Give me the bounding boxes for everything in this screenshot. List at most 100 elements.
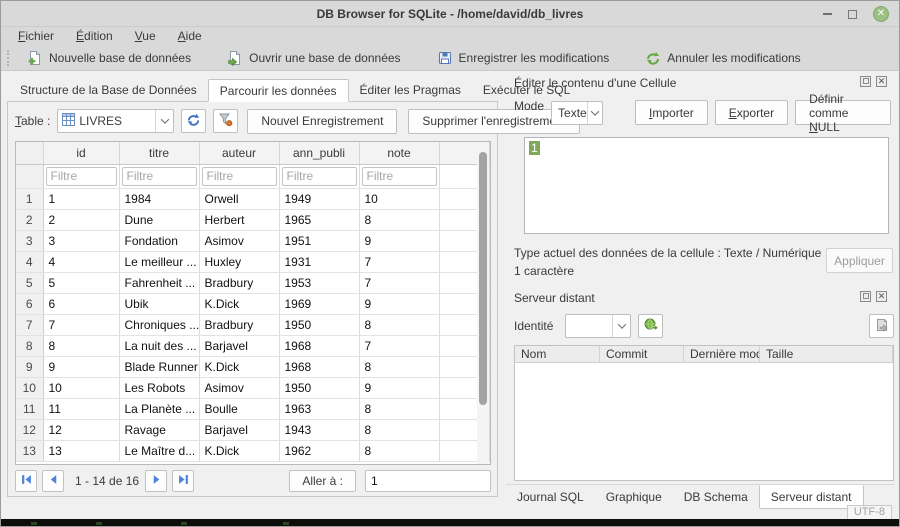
cell[interactable]: Herbert xyxy=(199,209,279,230)
remote-close-icon[interactable]: ✕ xyxy=(876,291,887,302)
table-row[interactable]: 66UbikK.Dick19699 xyxy=(16,293,490,314)
cell[interactable]: La Planète ... xyxy=(119,398,199,419)
row-number[interactable]: 11 xyxy=(16,398,43,419)
menu-fichier[interactable]: Fichier xyxy=(7,27,65,45)
cell[interactable]: 5 xyxy=(43,272,119,293)
cell[interactable]: Fondation xyxy=(119,230,199,251)
identity-selector[interactable] xyxy=(565,314,631,338)
titlebar[interactable]: DB Browser for SQLite - /home/david/db_l… xyxy=(1,1,899,27)
tab-execute-sql[interactable]: Exécuter le SQL xyxy=(472,79,581,102)
table-row[interactable]: 44Le meilleur ...Huxley19317 xyxy=(16,251,490,272)
remote-column-commit[interactable]: Commit xyxy=(600,346,684,362)
menu-edition[interactable]: Édition xyxy=(65,27,124,45)
revert-changes-button[interactable]: Annuler les modifications xyxy=(636,47,809,69)
cell[interactable]: 8 xyxy=(359,356,439,377)
cell[interactable]: 1984 xyxy=(119,188,199,209)
cell[interactable]: 2 xyxy=(43,209,119,230)
cell[interactable]: 6 xyxy=(43,293,119,314)
table-row[interactable]: 22DuneHerbert19658 xyxy=(16,209,490,230)
table-row[interactable]: 88La nuit des ...Barjavel19687 xyxy=(16,335,490,356)
push-database-button[interactable] xyxy=(869,314,894,338)
cell[interactable]: 1965 xyxy=(279,209,359,230)
remote-column-taille[interactable]: Taille xyxy=(760,346,893,362)
filter-input-titre[interactable] xyxy=(122,167,197,186)
cell[interactable]: Bradbury xyxy=(199,272,279,293)
cell[interactable]: 9 xyxy=(359,293,439,314)
cell[interactable]: Chroniques ... xyxy=(119,314,199,335)
tab-db-schema[interactable]: DB Schema xyxy=(673,486,759,508)
cell[interactable]: 1968 xyxy=(279,356,359,377)
cell[interactable]: 1950 xyxy=(279,314,359,335)
apply-button[interactable]: Appliquer xyxy=(826,248,893,273)
restore-button[interactable] xyxy=(848,10,857,19)
row-number[interactable]: 3 xyxy=(16,230,43,251)
cell[interactable]: 1962 xyxy=(279,440,359,461)
new-record-button[interactable]: Nouvel Enregistrement xyxy=(247,109,397,134)
cell[interactable]: Bradbury xyxy=(199,314,279,335)
cell[interactable]: 3 xyxy=(43,230,119,251)
table-row[interactable]: 111984Orwell194910 xyxy=(16,188,490,209)
table-row[interactable]: 1111La Planète ...Boulle19638 xyxy=(16,398,490,419)
cell[interactable]: 10 xyxy=(359,188,439,209)
cell[interactable]: 7 xyxy=(359,335,439,356)
toolbar-drag-handle[interactable] xyxy=(7,50,12,66)
cell[interactable]: Les Robots xyxy=(119,377,199,398)
cell[interactable]: 1 xyxy=(43,188,119,209)
cell-content-editor[interactable]: 1 xyxy=(524,137,889,234)
import-button[interactable]: Importer xyxy=(635,100,708,125)
remote-column-nom[interactable]: Nom xyxy=(515,346,600,362)
tab-structure[interactable]: Structure de la Base de Données xyxy=(9,79,208,102)
goto-button[interactable]: Aller à : xyxy=(289,470,356,492)
cell[interactable]: Barjavel xyxy=(199,419,279,440)
menu-aide[interactable]: Aide xyxy=(167,27,213,45)
row-number[interactable]: 6 xyxy=(16,293,43,314)
cell[interactable]: 1968 xyxy=(279,335,359,356)
cell[interactable]: K.Dick xyxy=(199,356,279,377)
cell[interactable]: 4 xyxy=(43,251,119,272)
table-row[interactable]: 77Chroniques ...Bradbury19508 xyxy=(16,314,490,335)
clear-filters-button[interactable] xyxy=(213,109,238,133)
cell[interactable]: 7 xyxy=(359,272,439,293)
cell[interactable]: Asimov xyxy=(199,230,279,251)
cell[interactable]: 8 xyxy=(359,419,439,440)
cell[interactable]: Huxley xyxy=(199,251,279,272)
encoding-badge[interactable]: UTF-8 xyxy=(847,505,892,520)
refresh-button[interactable] xyxy=(181,109,206,133)
row-number[interactable]: 13 xyxy=(16,440,43,461)
cell[interactable]: La nuit des ... xyxy=(119,335,199,356)
cell[interactable]: 8 xyxy=(43,335,119,356)
cell[interactable]: 1953 xyxy=(279,272,359,293)
open-database-button[interactable]: Ouvrir une base de données xyxy=(218,47,409,69)
row-number[interactable]: 1 xyxy=(16,188,43,209)
column-header-note[interactable]: note xyxy=(359,142,439,164)
grid-vertical-scrollbar[interactable] xyxy=(477,143,489,465)
remote-column-modification[interactable]: Dernière modific xyxy=(684,346,760,362)
table-row[interactable]: 99Blade RunnerK.Dick19688 xyxy=(16,356,490,377)
cell[interactable]: 8 xyxy=(359,398,439,419)
cell[interactable]: 8 xyxy=(359,209,439,230)
column-header-ann_publi[interactable]: ann_publi xyxy=(279,142,359,164)
set-null-button[interactable]: Définir comme NULL xyxy=(795,100,891,125)
cell[interactable]: 8 xyxy=(359,440,439,461)
remote-float-icon[interactable] xyxy=(860,291,871,302)
cell[interactable]: Orwell xyxy=(199,188,279,209)
table-row[interactable]: 1313Le Maître d...K.Dick19628 xyxy=(16,440,490,461)
new-database-button[interactable]: Nouvelle base de données xyxy=(18,47,200,69)
cell[interactable]: 10 xyxy=(43,377,119,398)
cell[interactable]: 7 xyxy=(43,314,119,335)
mode-selector[interactable]: Texte xyxy=(551,101,603,125)
cell[interactable]: 1951 xyxy=(279,230,359,251)
cell[interactable]: Barjavel xyxy=(199,335,279,356)
tab-browse-data[interactable]: Parcourir les données xyxy=(208,79,349,102)
column-header-id[interactable]: id xyxy=(43,142,119,164)
export-button[interactable]: Exporter xyxy=(715,100,788,125)
cell[interactable]: 9 xyxy=(43,356,119,377)
next-page-button[interactable] xyxy=(145,470,167,492)
cell[interactable]: Le Maître d... xyxy=(119,440,199,461)
table-row[interactable]: 1212RavageBarjavel19438 xyxy=(16,419,490,440)
cell[interactable]: 7 xyxy=(359,251,439,272)
row-number[interactable]: 10 xyxy=(16,377,43,398)
cell[interactable]: 1949 xyxy=(279,188,359,209)
cell[interactable]: 8 xyxy=(359,314,439,335)
tab-journal-sql[interactable]: Journal SQL xyxy=(506,486,595,508)
